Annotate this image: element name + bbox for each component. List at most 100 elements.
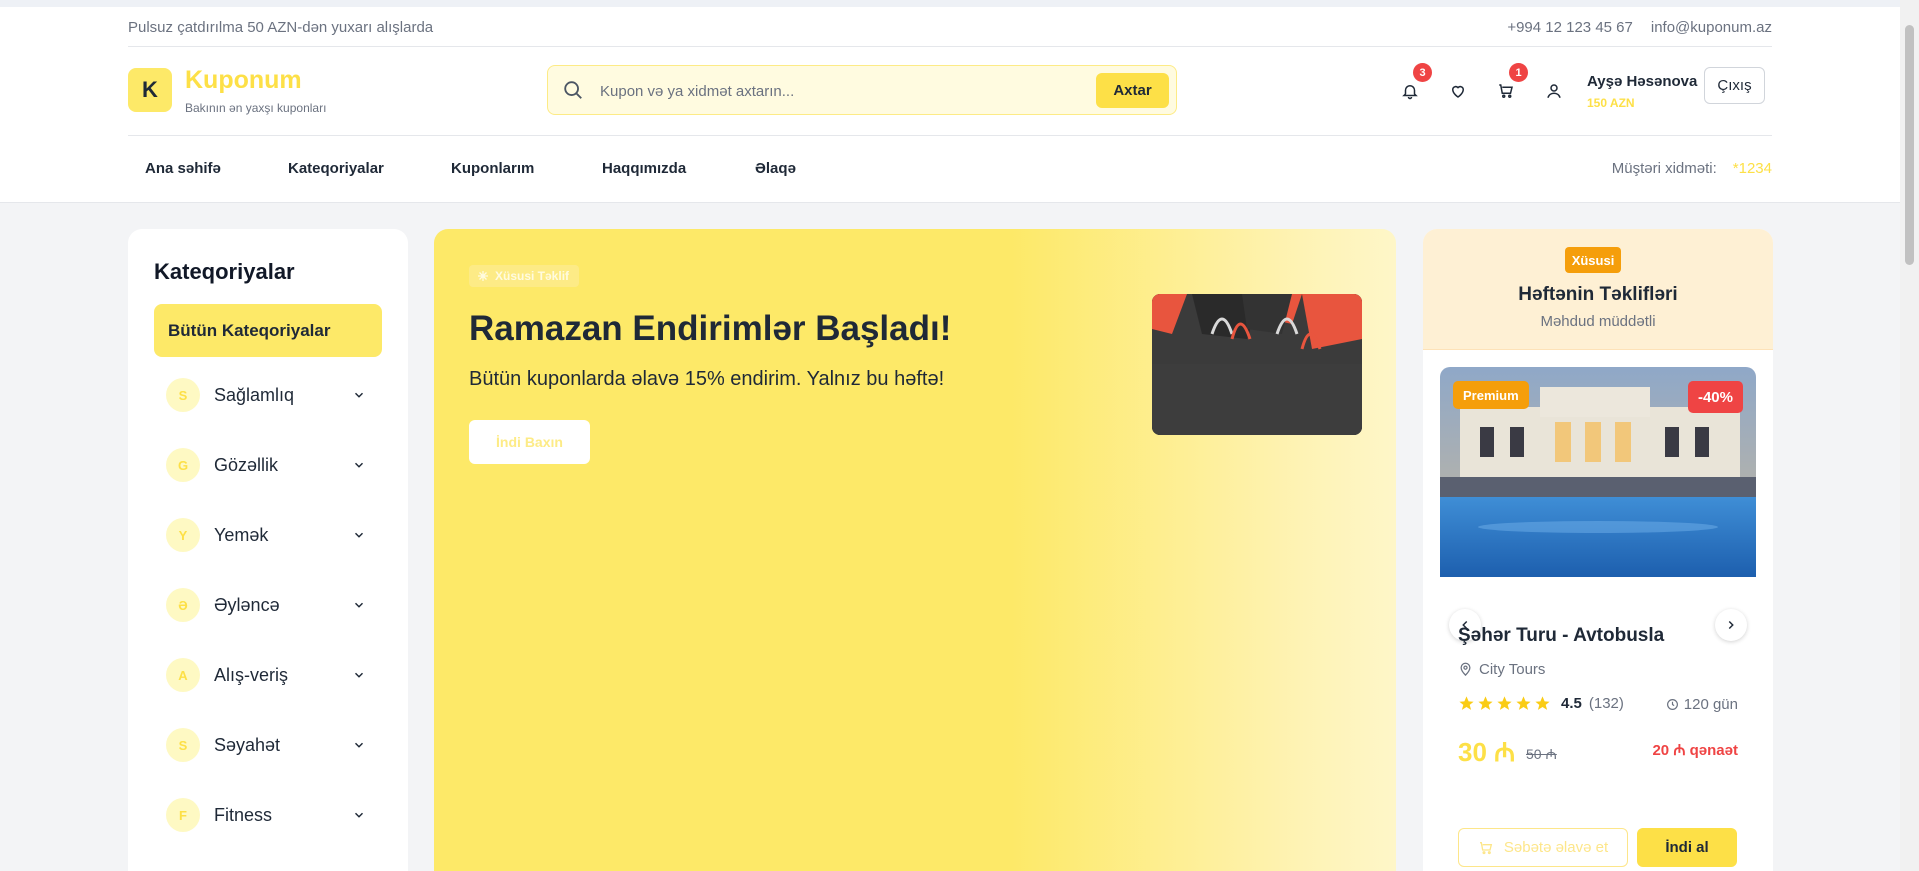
heart-icon [1451,85,1465,98]
sidebar-title: Kateqoriyalar [154,259,295,284]
chevron-down-icon[interactable] [352,528,366,542]
shopping-bags-image [1152,294,1362,435]
category-initial: Y [166,518,200,552]
search-bar: Axtar [547,65,1177,115]
discount-badge: -40% [1687,381,1743,413]
deal-location: City Tours [1458,661,1545,678]
map-pin-icon [1460,662,1471,677]
site-header: Pulsuz çatdırılma 50 AZN-dən yuxarı alış… [0,7,1900,203]
category-item[interactable]: A Alış-veriş [166,655,366,695]
chevron-down-icon[interactable] [352,458,366,472]
support-number[interactable]: *1234 [1733,160,1772,177]
rating-value: 4.5 [1561,695,1582,712]
category-item[interactable]: F Fitness [166,795,366,835]
deal-merchant: City Tours [1479,661,1546,678]
old-price: 50 ₼ [1526,746,1557,762]
search-button[interactable]: Axtar [1096,73,1169,108]
top-info-bar: Pulsuz çatdırılma 50 AZN-dən yuxarı alış… [128,7,1772,47]
chevron-down-icon[interactable] [352,598,366,612]
notifications-badge: 3 [1413,63,1432,82]
category-item[interactable]: Y Yemək [166,515,366,555]
cart-button[interactable]: 1 [1492,63,1528,105]
category-item[interactable]: G Gözəllik [166,445,366,485]
special-offer-tag: Xüsusi Təklif [469,265,580,287]
top-strip [0,0,1900,7]
nav-my-coupons[interactable]: Kuponlarım [451,160,534,177]
star-icon [1535,696,1550,710]
deal-price: 30 ₼ [1458,737,1516,767]
carousel-next-button[interactable] [1715,609,1747,641]
phone-link[interactable]: +994 12 123 45 67 [1507,19,1633,36]
special-badge: Xüsusi [1565,247,1621,273]
scrollbar-thumb[interactable] [1905,25,1914,265]
logout-button[interactable]: Çıxış [1704,67,1765,104]
weekly-deals-panel: Xüsusi Həftənin Təklifləri Məhdud müddət… [1423,229,1773,871]
bell-icon [1402,85,1418,100]
deals-title: Həftənin Təklifləri [1518,284,1678,305]
banner-subtitle: Bütün kuponlarda əlavə 15% endirim. Yaln… [469,368,945,390]
user-icon [1547,84,1561,98]
category-label: Yemək [214,524,269,545]
special-offer-label: Xüsusi Təklif [495,269,570,283]
chevron-down-icon[interactable] [352,388,366,402]
search-input[interactable] [600,78,1030,104]
profile-button[interactable] [1540,77,1568,105]
main-header-bar: K Kuponum Bakının ən yaxşı kuponları Axt… [128,47,1772,136]
category-item[interactable]: Ə Əyləncə [166,585,366,625]
star-icon [1497,696,1512,710]
user-name[interactable]: Ayşə Həsənova [1587,73,1697,90]
support-label: Müştəri xidməti: [1611,160,1717,177]
favorites-button[interactable] [1444,77,1472,105]
notifications-button[interactable]: 3 [1396,63,1432,105]
category-initial: S [166,378,200,412]
chevron-down-icon[interactable] [352,738,366,752]
view-now-button[interactable]: İndi Baxın [469,420,590,464]
star-icon [1459,696,1474,710]
contact-info: +994 12 123 45 67 info@kuponum.az [1507,19,1772,36]
category-initial: Ə [166,588,200,622]
cart-icon [1499,84,1513,98]
main-nav: Ana səhifə Kateqoriyalar Kuponlarım Haqq… [128,136,1772,203]
category-label: Fitness [214,804,273,825]
add-to-cart-label: Səbətə əlavə et [1503,839,1609,856]
brand-tagline: Bakının ən yaxşı kuponları [185,101,327,115]
cart-icon [1479,841,1493,854]
buy-now-button[interactable]: İndi al [1637,828,1737,867]
saving-amount: 20 ₼ qənaət [1652,742,1738,759]
nav-contact[interactable]: Əlaqə [755,160,796,177]
category-label: Əyləncə [214,594,280,615]
chevron-right-icon [1728,620,1734,630]
deal-card[interactable]: Premium -40% Şəhər Turu - Avtobusla City… [1440,367,1756,871]
nav-categories[interactable]: Kateqoriyalar [288,160,384,177]
review-count: (132) [1588,695,1624,712]
category-initial: S [166,728,200,762]
premium-badge: Premium [1453,381,1529,409]
free-shipping-notice: Pulsuz çatdırılma 50 AZN-dən yuxarı alış… [128,19,434,36]
logo-mark[interactable]: K [128,68,172,112]
email-link[interactable]: info@kuponum.az [1651,19,1772,36]
category-label: Alış-veriş [214,664,289,685]
deals-subtitle: Məhdud müddətli [1540,313,1656,330]
cart-badge: 1 [1509,63,1528,82]
clock-icon [1666,699,1678,710]
category-initial: A [166,658,200,692]
deal-title[interactable]: Şəhər Turu - Avtobusla [1458,625,1664,647]
deal-duration: 120 gün [1666,696,1738,713]
category-item[interactable]: S Səyahət [166,725,366,765]
promo-banner: Xüsusi Təklif Ramazan Endirimlər Başladı… [434,229,1396,871]
sparkle-icon [478,271,488,281]
brand-name[interactable]: Kuponum [185,66,302,95]
nav-home[interactable]: Ana səhifə [145,160,221,177]
all-categories-button[interactable]: Bütün Kateqoriyalar [154,304,382,357]
page-scrollbar[interactable] [1900,0,1919,871]
chevron-down-icon[interactable] [352,668,366,682]
add-to-cart-button[interactable]: Səbətə əlavə et [1458,828,1628,867]
category-initial: F [166,798,200,832]
category-label: Səyahət [214,734,281,755]
category-item[interactable]: S Sağlamlıq [166,375,366,415]
deal-rating: 4.5 (132) [1458,695,1624,712]
chevron-down-icon[interactable] [352,808,366,822]
banner-title: Ramazan Endirimlər Başladı! [469,309,952,348]
nav-about[interactable]: Haqqımızda [602,160,686,177]
star-icon [1478,696,1493,710]
